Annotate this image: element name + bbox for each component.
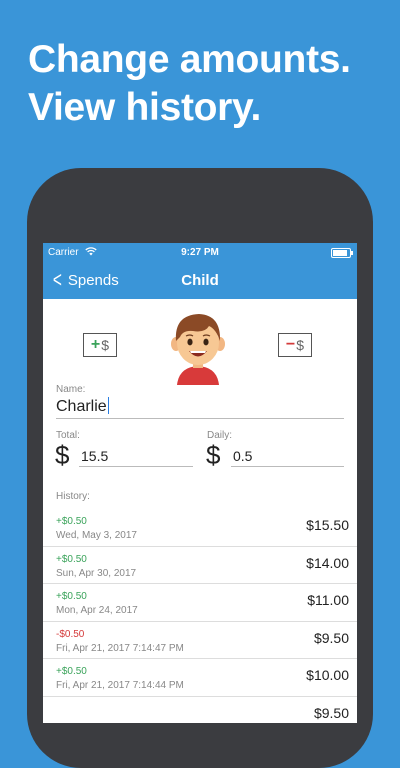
text-caret <box>107 397 109 414</box>
history-row[interactable]: +$0.50 Fri, Apr 21, 2017 7:14:44 PM $10.… <box>43 659 357 697</box>
history-delta: +$0.50 <box>56 666 87 677</box>
history-delta: -$0.50 <box>56 628 85 640</box>
history-date: Fri, Apr 21, 2017 7:14:44 PM <box>56 680 184 691</box>
history-row[interactable]: -$0.50 Fri, Apr 21, 2017 7:14:47 PM $9.5… <box>43 622 357 659</box>
history-row[interactable]: +$0.50 Sun, Apr 30, 2017 $14.00 <box>43 547 357 584</box>
battery-icon <box>331 248 353 258</box>
minus-icon: − <box>285 336 296 353</box>
name-value: Charlie <box>56 398 107 415</box>
total-currency-symbol: $ <box>55 440 70 470</box>
history-total: $9.50 <box>313 629 349 646</box>
history-total: $15.50 <box>306 517 349 533</box>
history-total: $9.50 <box>313 704 349 721</box>
history-delta: +$0.50 <box>56 591 87 602</box>
navigation-bar: < Spends Child <box>43 263 357 299</box>
dollar-icon: $ <box>101 337 110 353</box>
history-date: Mon, Apr 24, 2017 <box>56 605 138 616</box>
name-label: Name: <box>56 384 86 395</box>
add-money-button[interactable]: + $ <box>83 333 117 357</box>
history-row[interactable]: +$0.50 Mon, Apr 24, 2017 $11.00 <box>43 584 357 622</box>
history-total: $11.00 <box>307 592 349 608</box>
history-delta: +$0.50 <box>56 516 87 527</box>
dollar-icon: $ <box>296 337 305 353</box>
headline-line-2: View history. <box>28 86 262 129</box>
child-avatar[interactable] <box>169 309 227 385</box>
daily-currency-symbol: $ <box>206 440 221 470</box>
history-date: Wed, May 3, 2017 <box>56 530 137 541</box>
daily-input[interactable]: 0.5 <box>233 448 252 464</box>
promo-headline: Change amounts. View history. <box>28 36 351 132</box>
status-bar: Carrier 9:27 PM <box>43 243 357 263</box>
subtract-money-button[interactable]: − $ <box>278 333 312 357</box>
history-label: History: <box>56 491 90 502</box>
history-list: +$0.50 Wed, May 3, 2017 $15.50 +$0.50 Su… <box>43 509 357 723</box>
history-date: Sun, Apr 30, 2017 <box>56 567 137 579</box>
history-delta: +$0.50 <box>56 553 87 565</box>
history-date: Fri, Apr 21, 2017 7:14:47 PM <box>56 642 184 654</box>
plus-icon: + <box>90 336 101 353</box>
history-row[interactable]: $9.50 <box>43 697 357 724</box>
status-time: 9:27 PM <box>181 247 219 258</box>
app-screen: Carrier 9:27 PM < Spends Child + $ − $ N… <box>43 243 357 723</box>
headline-line-1: Change amounts. <box>28 38 351 81</box>
total-underline <box>79 466 193 467</box>
total-input[interactable]: 15.5 <box>81 448 108 464</box>
daily-underline <box>231 466 344 467</box>
name-field[interactable]: Charlie <box>56 397 109 416</box>
history-total: $14.00 <box>306 554 349 571</box>
name-underline <box>56 418 344 419</box>
nav-title: Child <box>181 272 219 289</box>
history-row[interactable]: +$0.50 Wed, May 3, 2017 $15.50 <box>43 509 357 547</box>
history-total: $10.00 <box>306 667 349 683</box>
